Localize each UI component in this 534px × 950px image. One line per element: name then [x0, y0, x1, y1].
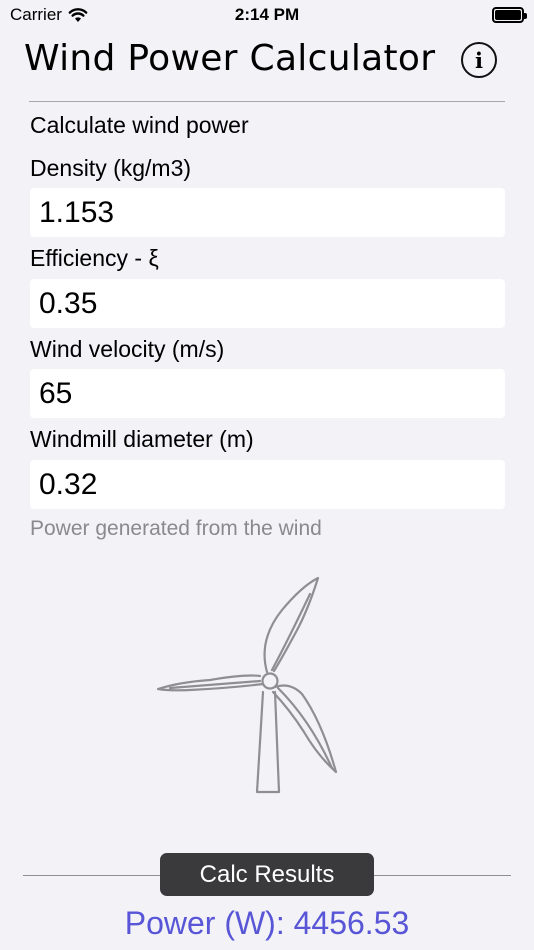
status-time: 2:14 PM: [234, 5, 300, 24]
status-bar: Carrier 2:14 PM: [0, 0, 534, 30]
density-input[interactable]: [30, 188, 505, 237]
windmill-diameter-label: Windmill diameter (m): [30, 426, 254, 452]
calc-results-button[interactable]: Calc Results: [160, 853, 374, 896]
windmill-diameter-input[interactable]: [30, 460, 505, 509]
wind-turbine-icon: [156, 576, 338, 794]
bottom-divider-right: [374, 875, 511, 876]
density-label: Density (kg/m3): [30, 155, 192, 181]
power-result: Power (W): 4456.53: [124, 905, 410, 941]
wind-velocity-label: Wind velocity (m/s): [30, 336, 225, 362]
page-title: Wind Power Calculator: [24, 38, 436, 79]
section-title: Calculate wind power: [30, 112, 249, 138]
power-hint: Power generated from the wind: [30, 517, 322, 540]
info-glyph: i: [475, 47, 483, 73]
efficiency-input[interactable]: [30, 279, 505, 328]
battery-icon: [492, 7, 527, 23]
bottom-divider-left: [23, 875, 160, 876]
efficiency-label: Efficiency - ξ: [30, 245, 159, 271]
title-divider: [29, 101, 505, 102]
wind-velocity-input[interactable]: [30, 369, 505, 418]
info-circle-icon[interactable]: i: [461, 42, 497, 78]
